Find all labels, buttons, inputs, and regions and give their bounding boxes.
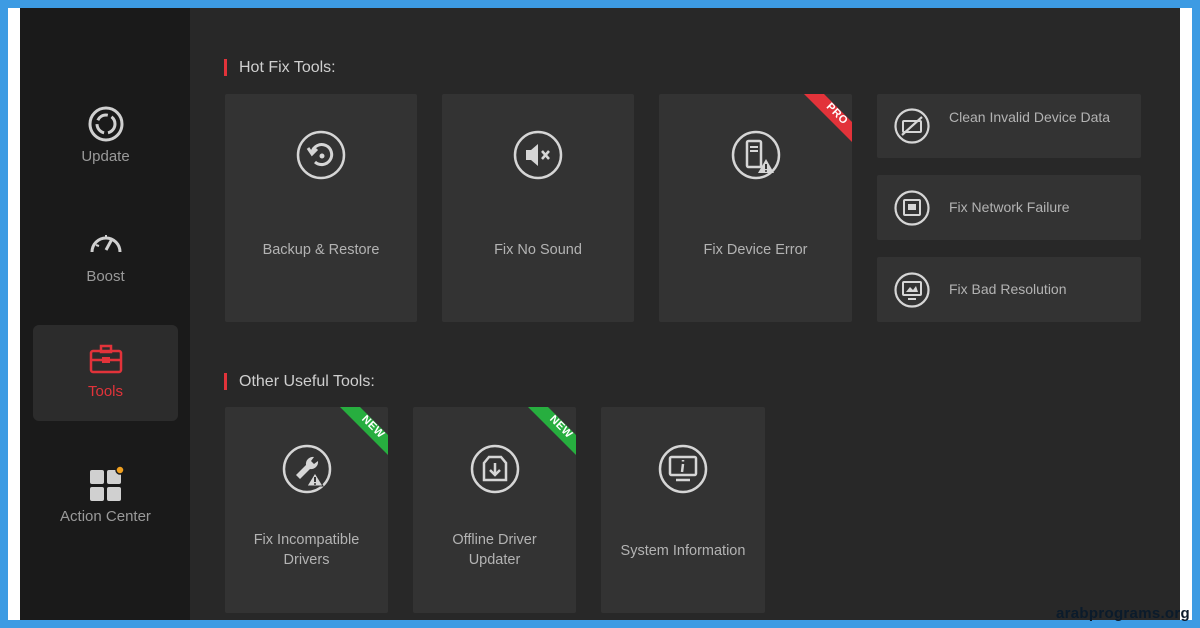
sidebar-item-boost[interactable]: Boost (33, 210, 178, 306)
app-window: Update Boost Tools Action Center Hot Fix… (20, 8, 1180, 620)
card-label: Fix Device Error (703, 242, 808, 258)
sidebar: Update Boost Tools Action Center (20, 8, 190, 620)
card-label: Fix No Sound (494, 242, 582, 258)
card-label: Offline Driver Updater (452, 532, 537, 568)
card-label: Fix Bad Resolution (949, 281, 1067, 297)
sidebar-item-action-center[interactable]: Action Center (33, 450, 178, 546)
card-label: Backup & Restore (262, 242, 380, 258)
card-fix-incompatible-drivers[interactable]: Fix Incompatible Drivers NEW (225, 407, 388, 613)
pro-badge: PRO (804, 94, 852, 142)
sidebar-item-label: Tools (87, 383, 124, 400)
card-fix-bad-resolution[interactable]: Fix Bad Resolution (877, 257, 1141, 322)
toolbox-icon (86, 339, 126, 379)
mute-speaker-icon (512, 129, 564, 181)
offline-download-icon (469, 443, 521, 495)
section-title-hot-fix: Hot Fix Tools: (224, 59, 336, 76)
system-info-icon (657, 443, 709, 495)
card-system-information[interactable]: System Information (601, 407, 765, 613)
card-fix-device-error[interactable]: Fix Device Error PRO (659, 94, 852, 322)
card-label: Clean Invalid Device Data (949, 109, 1111, 125)
clean-device-icon (893, 107, 931, 145)
card-label: System Information (620, 543, 746, 559)
card-label: Fix Network Failure (949, 199, 1070, 215)
new-badge: NEW (340, 407, 388, 455)
card-offline-driver-updater[interactable]: Offline Driver Updater NEW (413, 407, 576, 613)
update-icon (86, 104, 126, 144)
card-clean-invalid-device-data[interactable]: Clean Invalid Device Data (877, 94, 1141, 158)
sidebar-item-label: Action Center (60, 508, 151, 525)
card-label: Fix Incompatible Drivers (253, 532, 360, 568)
device-warning-icon (730, 129, 782, 181)
card-fix-no-sound[interactable]: Fix No Sound (442, 94, 634, 322)
monitor-resolution-icon (893, 271, 931, 309)
sidebar-item-tools[interactable]: Tools (33, 325, 178, 421)
restore-icon (295, 129, 347, 181)
network-port-icon (893, 189, 931, 227)
sidebar-item-label: Boost (86, 268, 125, 285)
speedometer-icon (86, 224, 126, 264)
sidebar-item-update[interactable]: Update (33, 90, 178, 186)
sidebar-item-label: Update (81, 148, 130, 165)
apps-grid-icon (86, 464, 126, 504)
wrench-warning-icon (281, 443, 333, 495)
section-title-other-tools: Other Useful Tools: (224, 373, 375, 390)
new-badge: NEW (528, 407, 576, 455)
card-backup-restore[interactable]: Backup & Restore (225, 94, 417, 322)
card-fix-network-failure[interactable]: Fix Network Failure (877, 175, 1141, 240)
watermark: arabprograms.org (1056, 605, 1190, 622)
